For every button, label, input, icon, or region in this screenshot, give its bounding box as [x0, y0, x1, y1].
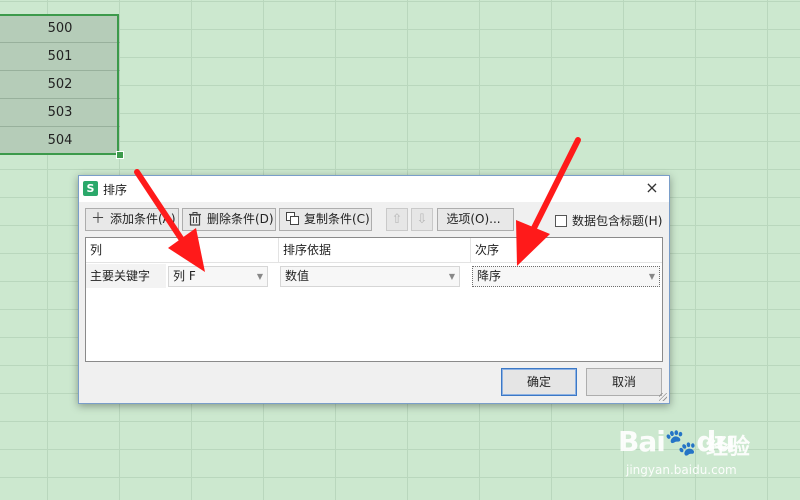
add-condition-label: 添加条件(A)	[110, 212, 176, 226]
cell-501[interactable]: 501	[0, 43, 120, 71]
options-button[interactable]: 选项(O)...	[437, 208, 514, 231]
has-header-label: 数据包含标题(H)	[572, 214, 663, 228]
baidu-jingyan-watermark: Bai🐾du 经验 jingyan.baidu.com	[618, 425, 798, 495]
wps-sheet-icon: S	[83, 181, 98, 196]
primary-key-label: 主要关键字	[86, 264, 166, 288]
chevron-down-icon: ▼	[256, 272, 263, 281]
fill-handle[interactable]	[116, 151, 124, 159]
delete-condition-label: 删除条件(D)	[207, 212, 274, 226]
plus-icon: ＋	[91, 211, 105, 227]
cell-504[interactable]: 504	[0, 127, 120, 155]
has-header-checkbox[interactable]: 数据包含标题(H)	[555, 212, 662, 229]
copy-condition-button[interactable]: 复制条件(C)	[279, 208, 372, 231]
watermark-jingyan-text: 经验	[706, 435, 751, 460]
selected-cell-range[interactable]: 500 501 502 503 504	[0, 15, 120, 155]
dialog-title: 排序	[103, 183, 128, 197]
move-up-button[interactable]: ⇧	[386, 208, 408, 231]
dialog-toolbar: ＋ 添加条件(A) 删除条件(D) 复制条件(C) ⇧ ⇩ 选项(O)... 数…	[85, 208, 663, 232]
delete-condition-button[interactable]: 删除条件(D)	[182, 208, 276, 231]
sort-on-select-value: 数值	[285, 269, 310, 283]
trash-icon	[188, 212, 202, 226]
header-column: 列	[86, 238, 279, 263]
close-button[interactable]: ×	[643, 179, 661, 197]
cancel-button[interactable]: 取消	[586, 368, 662, 396]
cell-500[interactable]: 500	[0, 15, 120, 43]
copy-condition-label: 复制条件(C)	[304, 212, 370, 226]
chevron-down-icon: ▼	[448, 272, 455, 281]
header-order: 次序	[471, 238, 662, 263]
move-down-button[interactable]: ⇩	[411, 208, 433, 231]
column-select[interactable]: 列 F ▼	[168, 266, 268, 287]
header-sort-on: 排序依据	[279, 238, 471, 263]
column-select-value: 列 F	[173, 269, 196, 283]
order-select-value: 降序	[477, 269, 502, 283]
sort-dialog: S 排序 × ＋ 添加条件(A) 删除条件(D) 复制条件(C) ⇧ ⇩ 选项(…	[78, 175, 670, 404]
watermark-url: jingyan.baidu.com	[626, 463, 737, 477]
add-condition-button[interactable]: ＋ 添加条件(A)	[85, 208, 179, 231]
cell-503[interactable]: 503	[0, 99, 120, 127]
dialog-titlebar[interactable]: S 排序 ×	[79, 176, 669, 202]
sort-on-select[interactable]: 数值 ▼	[280, 266, 460, 287]
order-select[interactable]: 降序 ▼	[472, 266, 660, 287]
resize-grip-icon[interactable]	[659, 393, 667, 401]
sort-conditions-grid: 列 排序依据 次序 主要关键字 列 F ▼ 数值 ▼ 降序 ▼	[85, 237, 663, 362]
checkbox-box[interactable]	[555, 215, 567, 227]
chevron-down-icon: ▼	[648, 272, 655, 281]
cell-502[interactable]: 502	[0, 71, 120, 99]
ok-button[interactable]: 确定	[501, 368, 577, 396]
copy-icon	[285, 212, 299, 226]
